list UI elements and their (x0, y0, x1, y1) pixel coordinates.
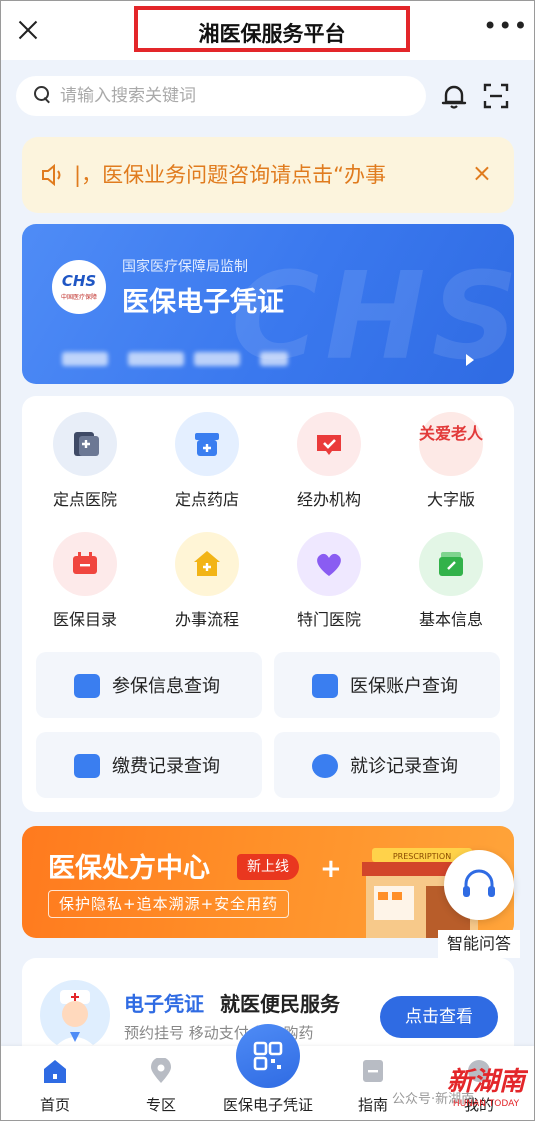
service-agency[interactable]: 经办机构 (269, 396, 389, 509)
blurred-info (128, 352, 184, 366)
service-icon-bg (175, 412, 239, 476)
home-icon (44, 1060, 66, 1083)
card-arrow-icon (466, 354, 474, 366)
assistant-label[interactable]: 智能问答 (438, 930, 520, 958)
tab-label[interactable]: 医保电子凭证 (208, 1094, 328, 1115)
hospital-icon (74, 432, 99, 456)
service-icon-bg (53, 532, 117, 596)
account-icon (312, 674, 338, 698)
promo-title: 医保处方中心 (48, 853, 210, 884)
insurance-info-query-button[interactable]: 参保信息查询 (36, 652, 262, 718)
tab-home[interactable]: 首页 (5, 1046, 105, 1121)
prescription-center-banner[interactable]: 医保处方中心 新上线 + 保护隐私+追本溯源+安全用药 PRESCRIPTION (22, 826, 514, 938)
service-label: 医保目录 (52, 610, 117, 629)
service-designated-pharmacy[interactable]: 定点药店 (147, 396, 267, 509)
card-title: 医保电子凭证 (122, 287, 284, 318)
service-label: 定点药店 (174, 490, 239, 509)
service-special-hospital[interactable]: 特门医院 (269, 516, 389, 629)
shop-sign: PRESCRIPTION (393, 852, 451, 861)
agency-icon (317, 435, 341, 455)
service-icon-bg (297, 412, 361, 476)
service-process[interactable]: 办事流程 (147, 516, 267, 629)
xinhunan-logo: 新湖南 HUNAN TODAY (447, 1067, 528, 1109)
notice-bar[interactable]: |，医保业务问题咨询请点击“办事 × (22, 137, 514, 213)
headset-icon (463, 869, 495, 897)
service-icon-bg (297, 532, 361, 596)
new-badge: 新上线 (237, 854, 299, 880)
pharmacy-icon (195, 433, 219, 456)
service-label: 基本信息 (418, 610, 483, 629)
chs-logo: CHS 中国医疗保障 (52, 260, 106, 314)
service-basic-info[interactable]: 基本信息 (391, 516, 511, 629)
query-label: 就诊记录查询 (350, 756, 458, 777)
services-panel: 定点医院 定点药店 经办机构 关爱老人 大字版 医保目录 办事流程 特门医院 基… (22, 396, 514, 812)
bell-icon[interactable] (440, 82, 468, 110)
close-icon[interactable] (14, 16, 42, 44)
medical-insurance-card[interactable]: CHS CHS 中国医疗保障 国家医疗保障局监制 医保电子凭证 (22, 224, 514, 384)
more-icon[interactable]: ••• (483, 14, 527, 40)
logo-text: 新湖南 (447, 1067, 528, 1097)
query-label: 参保信息查询 (112, 676, 220, 697)
query-label: 缴费记录查询 (112, 756, 220, 777)
title-bar: 湘医保服务平台 ••• (0, 0, 535, 60)
doctor-illustration (52, 990, 98, 1050)
visit-record-query-button[interactable]: 就诊记录查询 (274, 732, 500, 798)
promo-plus: + (320, 854, 342, 884)
payment-record-icon (74, 754, 100, 778)
special-hospital-icon (317, 553, 341, 576)
service-large-font[interactable]: 关爱老人 大字版 (391, 396, 511, 509)
view-details-button[interactable]: 点击查看 (380, 996, 498, 1038)
card-subtitle: 国家医疗保障局监制 (122, 259, 248, 275)
info-title: 就医便民服务 (220, 992, 340, 1016)
account-query-button[interactable]: 医保账户查询 (274, 652, 500, 718)
tab-label: 专区 (145, 1096, 176, 1114)
payment-record-query-button[interactable]: 缴费记录查询 (36, 732, 262, 798)
location-icon (151, 1058, 171, 1083)
query-label: 医保账户查询 (350, 676, 458, 697)
service-label: 大字版 (426, 490, 475, 509)
chs-logo-text: CHS (61, 272, 97, 290)
search-icon (34, 86, 52, 104)
service-label: 经办机构 (296, 490, 361, 509)
scan-icon[interactable] (482, 82, 510, 110)
process-icon (194, 551, 220, 576)
tab-e-certificate[interactable] (236, 1024, 300, 1088)
notice-close-icon[interactable]: × (472, 159, 492, 187)
chs-logo-subtext: 中国医疗保障 (60, 294, 97, 301)
notice-text: |，医保业务问题咨询请点击“办事 (74, 163, 386, 187)
promo-subtitle: 保护隐私+追本溯源+安全用药 (48, 890, 290, 918)
logo-subtext: HUNAN TODAY (453, 1099, 520, 1109)
speaker-icon (42, 163, 61, 187)
service-label: 定点医院 (52, 490, 117, 509)
blurred-info (194, 352, 240, 366)
service-icon-bg: 关爱老人 (419, 412, 483, 476)
info-title-highlight: 电子凭证 (124, 992, 204, 1016)
tab-zone[interactable]: 专区 (111, 1046, 211, 1121)
guide-icon (363, 1060, 383, 1082)
catalog-icon (73, 552, 97, 574)
service-icon-bg (53, 412, 117, 476)
service-label: 特门医院 (296, 610, 361, 629)
basic-info-icon (439, 552, 463, 576)
qrcode-icon (253, 1041, 283, 1071)
title-highlight-box: 湘医保服务平台 (134, 6, 410, 52)
search-input[interactable] (60, 82, 410, 110)
tab-guide[interactable]: 指南 (323, 1046, 423, 1121)
page-title: 湘医保服务平台 (198, 22, 346, 46)
blurred-info (62, 352, 108, 366)
service-catalog[interactable]: 医保目录 (25, 516, 145, 629)
assistant-button[interactable] (444, 850, 514, 920)
search-bar[interactable] (16, 76, 426, 116)
blurred-info (260, 352, 288, 366)
insurance-info-icon (74, 674, 100, 698)
tab-label: 首页 (39, 1096, 70, 1114)
visit-record-icon (312, 754, 338, 778)
service-label: 办事流程 (174, 610, 239, 629)
service-icon-bg (419, 532, 483, 596)
elderly-care-icon: 关爱老人 (419, 424, 484, 443)
doctor-avatar (40, 980, 110, 1050)
service-designated-hospital[interactable]: 定点医院 (25, 396, 145, 509)
service-icon-bg (175, 532, 239, 596)
